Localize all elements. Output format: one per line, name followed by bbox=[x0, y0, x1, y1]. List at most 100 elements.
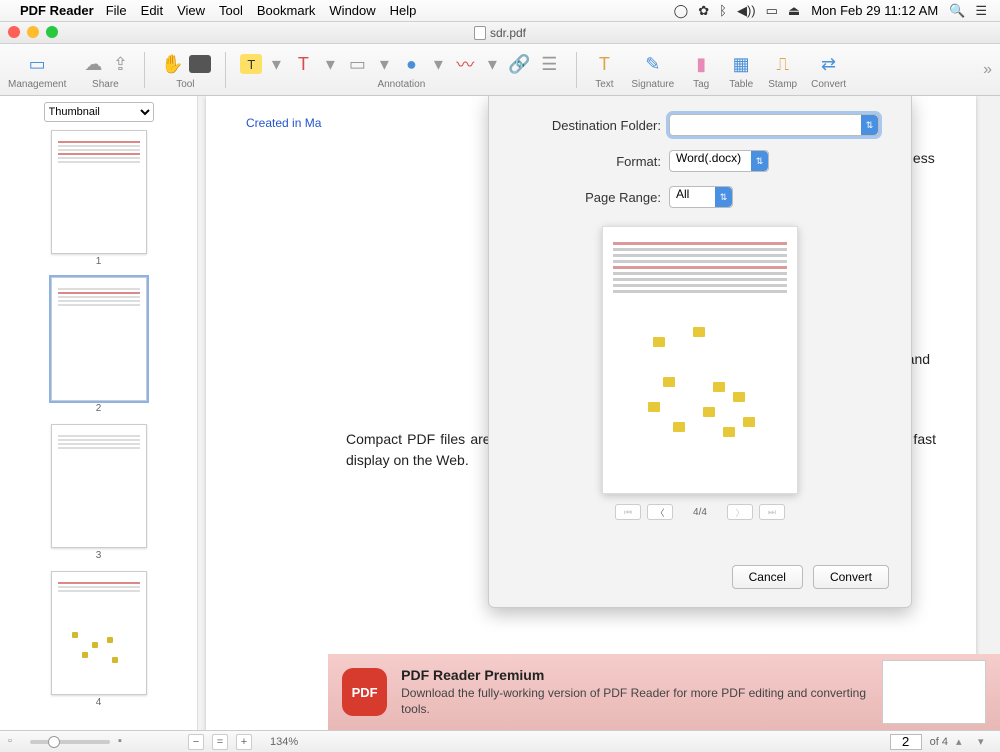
table-icon: ▦ bbox=[728, 51, 754, 77]
toolbar-convert[interactable]: ⇄Convert bbox=[811, 49, 846, 90]
window-title: sdr.pdf bbox=[490, 26, 526, 40]
convert-button[interactable]: Convert bbox=[813, 565, 889, 589]
page-range-combo[interactable]: All⇅ bbox=[669, 186, 733, 208]
highlight-icon: T bbox=[240, 54, 262, 74]
range-label: Page Range: bbox=[511, 190, 661, 205]
folder-icon: ▭ bbox=[24, 51, 50, 77]
toolbar-label: Convert bbox=[811, 79, 846, 90]
window-controls bbox=[8, 26, 58, 38]
destination-folder-combo[interactable]: ⇅ bbox=[669, 114, 879, 136]
bluetooth-icon[interactable]: ᛒ bbox=[719, 3, 727, 18]
tag-icon: ▮ bbox=[688, 51, 714, 77]
sidebar-mode-select[interactable]: Thumbnail bbox=[44, 102, 154, 122]
toolbar-label: Stamp bbox=[768, 79, 797, 90]
menubar: PDF Reader File Edit View Tool Bookmark … bbox=[0, 0, 1000, 22]
app-name[interactable]: PDF Reader bbox=[20, 3, 94, 18]
toolbar-overflow[interactable]: » bbox=[983, 61, 992, 79]
select-icon bbox=[189, 55, 211, 73]
promo-body: Download the fully-working version of PD… bbox=[401, 686, 868, 717]
menu-help[interactable]: Help bbox=[390, 3, 417, 18]
volume-icon[interactable]: ◀)) bbox=[737, 3, 756, 19]
menu-tool[interactable]: Tool bbox=[219, 3, 243, 18]
thumbnail-label: 2 bbox=[96, 403, 102, 414]
share-icon: ⇪ bbox=[110, 51, 130, 77]
close-button[interactable] bbox=[8, 26, 20, 38]
toolbar-tag[interactable]: ▮Tag bbox=[688, 49, 714, 90]
toolbar-label: Table bbox=[729, 79, 753, 90]
document-viewport[interactable]: Created in Ma format that preserves all … bbox=[198, 96, 1000, 730]
menu-view[interactable]: View bbox=[177, 3, 205, 18]
form-icon: ☰ bbox=[536, 51, 562, 77]
chevron-updown-icon: ⇅ bbox=[861, 115, 878, 135]
toolbar-label: Text bbox=[595, 79, 613, 90]
thumbnail-1[interactable] bbox=[51, 130, 147, 254]
toolbar-stamp[interactable]: ⎍ Stamp bbox=[768, 49, 797, 90]
eject-icon[interactable]: ⏏ bbox=[788, 3, 800, 19]
zoom-out-button[interactable]: − bbox=[188, 734, 204, 750]
cancel-button[interactable]: Cancel bbox=[732, 565, 803, 589]
minimize-button[interactable] bbox=[27, 26, 39, 38]
menu-edit[interactable]: Edit bbox=[141, 3, 163, 18]
menu-window[interactable]: Window bbox=[329, 3, 375, 18]
next-page-icon[interactable]: ▾ bbox=[978, 735, 992, 749]
spotlight-icon[interactable]: 🔍 bbox=[949, 3, 965, 19]
gear-icon[interactable]: ✿ bbox=[698, 3, 709, 19]
display-icon[interactable]: ▭ bbox=[766, 3, 778, 19]
zoom-level: 134% bbox=[270, 736, 298, 748]
thumbnail-2[interactable] bbox=[51, 277, 147, 401]
toolbar-label: Management bbox=[8, 79, 66, 90]
zoom-slider[interactable] bbox=[30, 740, 110, 744]
page-number-field[interactable] bbox=[890, 734, 922, 750]
slider-knob[interactable] bbox=[48, 736, 60, 748]
stamp-icon: ⎍ bbox=[770, 51, 796, 77]
toolbar-label: Signature bbox=[631, 79, 674, 90]
menu-file[interactable]: File bbox=[106, 3, 127, 18]
last-page-button[interactable]: ⏭ bbox=[759, 504, 785, 520]
toolbar-divider bbox=[144, 52, 145, 88]
document-icon bbox=[474, 26, 486, 40]
toolbar-signature[interactable]: ✎ Signature bbox=[631, 49, 674, 90]
thumbnail-4[interactable] bbox=[51, 571, 147, 695]
chevron-down-icon: ▾ bbox=[320, 51, 340, 77]
cloud-icon: ☁ bbox=[80, 51, 106, 77]
promo-screenshot bbox=[882, 660, 986, 724]
notification-icon[interactable]: ☰ bbox=[975, 3, 987, 19]
zoom-button[interactable] bbox=[46, 26, 58, 38]
freehand-icon: 〰 bbox=[452, 51, 478, 77]
zoom-in-small-icon[interactable]: ▪ bbox=[118, 735, 132, 749]
toolbar-annotation[interactable]: T▾ T▾ ▭▾ ●▾ 〰▾ 🔗 ☰ Annotation bbox=[240, 49, 562, 90]
toolbar-label: Tool bbox=[176, 79, 194, 90]
toolbar-tool[interactable]: ✋ Tool bbox=[159, 49, 211, 90]
promo-banner[interactable]: PDF PDF Reader Premium Download the full… bbox=[328, 654, 1000, 730]
hand-icon: ✋ bbox=[159, 51, 185, 77]
link-icon: 🔗 bbox=[506, 51, 532, 77]
thumbnail-label: 3 bbox=[96, 550, 102, 561]
thumbnail-label: 4 bbox=[96, 697, 102, 708]
dest-label: Destination Folder: bbox=[511, 118, 661, 133]
toolbar-management[interactable]: ▭ Management bbox=[8, 49, 66, 90]
format-combo[interactable]: Word(.docx)⇅ bbox=[669, 150, 769, 172]
prev-page-button[interactable]: 〈 bbox=[647, 504, 673, 520]
pen-icon: ✎ bbox=[640, 51, 666, 77]
toolbar-table[interactable]: ▦ Table bbox=[728, 49, 754, 90]
titlebar: sdr.pdf bbox=[0, 22, 1000, 44]
format-value: Word(.docx) bbox=[676, 151, 741, 165]
menu-bookmark[interactable]: Bookmark bbox=[257, 3, 316, 18]
first-page-button[interactable]: ⏮ bbox=[615, 504, 641, 520]
zoom-out-small-icon[interactable]: ▫ bbox=[8, 735, 22, 749]
toolbar-label: Annotation bbox=[377, 79, 425, 90]
prev-page-icon[interactable]: ▴ bbox=[956, 735, 970, 749]
toolbar-text[interactable]: TText bbox=[591, 49, 617, 90]
rect-icon: ▭ bbox=[344, 51, 370, 77]
next-page-button[interactable]: 〉 bbox=[727, 504, 753, 520]
status-icon[interactable]: ◯ bbox=[674, 3, 689, 19]
toolbar-share[interactable]: ☁⇪ Share bbox=[80, 49, 130, 90]
zoom-fit-button[interactable]: = bbox=[212, 734, 228, 750]
toolbar: ▭ Management ☁⇪ Share ✋ Tool T▾ T▾ ▭▾ ●▾… bbox=[0, 44, 1000, 96]
thumbnail-3[interactable] bbox=[51, 424, 147, 548]
chevron-down-icon: ▾ bbox=[482, 51, 502, 77]
circle-icon: ● bbox=[398, 51, 424, 77]
zoom-in-button[interactable]: + bbox=[236, 734, 252, 750]
toolbar-label: Share bbox=[92, 79, 119, 90]
menubar-clock[interactable]: Mon Feb 29 11:12 AM bbox=[811, 3, 938, 18]
